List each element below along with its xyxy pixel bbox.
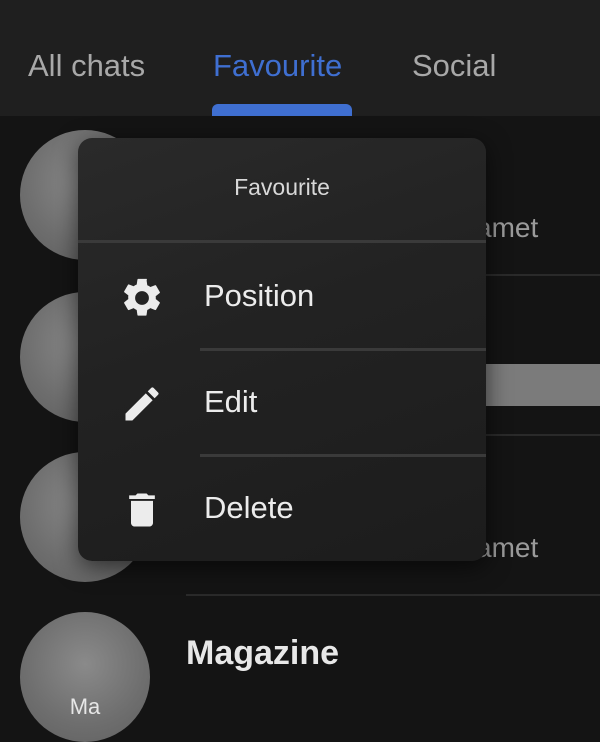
tab-all-chats[interactable]: All chats	[28, 44, 145, 88]
context-menu: Favourite Position Edit Delete	[78, 138, 486, 561]
list-divider	[186, 594, 600, 596]
menu-item-delete[interactable]: Delete	[78, 458, 486, 558]
chat-preview-bar	[480, 364, 600, 406]
menu-divider	[200, 348, 486, 351]
menu-item-edit[interactable]: Edit	[78, 352, 486, 452]
tab-favourite[interactable]: Favourite	[213, 44, 342, 88]
trash-icon	[118, 486, 166, 534]
menu-item-position[interactable]: Position	[78, 246, 486, 346]
chat-title[interactable]: Magazine	[186, 634, 339, 673]
active-tab-indicator	[212, 104, 352, 116]
menu-item-label: Position	[204, 278, 315, 313]
menu-item-label: Edit	[204, 384, 258, 419]
chat-avatar[interactable]: Ma	[20, 612, 150, 742]
pencil-icon	[118, 380, 166, 428]
menu-divider	[78, 240, 486, 243]
context-menu-title: Favourite	[234, 174, 330, 200]
avatar-initial: Ma	[69, 694, 101, 719]
chat-tabs-bar: All chats Favourite Social	[0, 0, 600, 116]
gear-icon	[118, 274, 166, 322]
menu-item-label: Delete	[204, 490, 294, 525]
menu-divider	[200, 454, 486, 457]
tab-social[interactable]: Social	[412, 44, 496, 88]
